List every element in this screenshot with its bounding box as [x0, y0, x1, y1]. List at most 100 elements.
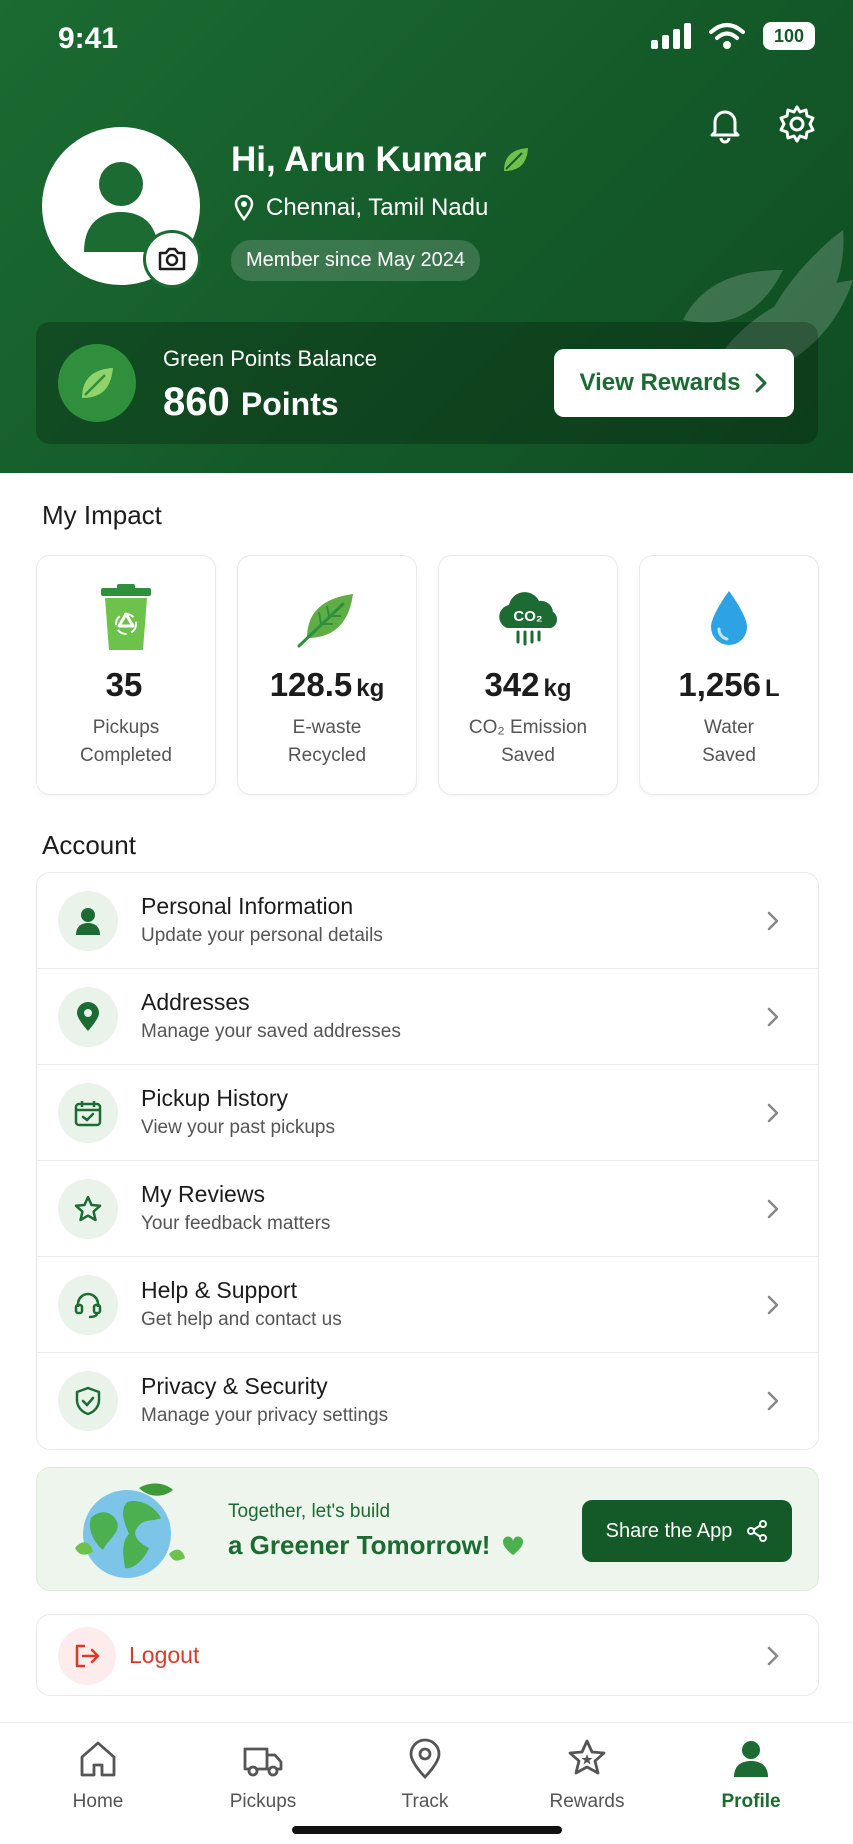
status-icons: 100	[651, 22, 815, 50]
home-icon	[80, 1741, 116, 1777]
impact-value: 342	[484, 666, 540, 703]
location-pin-icon	[409, 1738, 441, 1779]
star-icon	[74, 1195, 102, 1222]
chevron-right-icon	[767, 1103, 779, 1123]
user-location: Chennai, Tamil Nadu	[234, 194, 488, 222]
impact-label-line1: Pickups	[92, 717, 160, 738]
leaf-icon	[297, 594, 353, 648]
points-value: 860 Points	[163, 380, 339, 425]
calendar-check-icon	[74, 1101, 102, 1127]
menu-item-subtitle: Update your personal details	[141, 925, 383, 946]
chevron-right-icon	[767, 1295, 779, 1315]
menu-item-pickup-history[interactable]: Pickup History View your past pickups	[37, 1065, 818, 1161]
person-icon	[734, 1741, 768, 1777]
gear-icon[interactable]	[777, 104, 817, 144]
recycle-bin-icon	[101, 584, 151, 650]
banner-title-text: a Greener Tomorrow!	[228, 1530, 491, 1560]
co2-cloud-icon: CO₂	[499, 592, 558, 646]
change-photo-button[interactable]	[143, 230, 201, 288]
wifi-icon	[709, 23, 745, 49]
menu-item-subtitle: Manage your saved addresses	[141, 1021, 401, 1042]
account-section-title: Account	[42, 830, 136, 860]
share-icon	[747, 1520, 768, 1542]
points-label: Green Points Balance	[163, 346, 378, 371]
menu-item-help-support[interactable]: Help & Support Get help and contact us	[37, 1257, 818, 1353]
water-drop-icon	[711, 591, 747, 645]
nav-label: Rewards	[549, 1791, 625, 1812]
points-unit: Points	[240, 386, 339, 422]
banner-subtitle: Together, let's build	[228, 1501, 391, 1522]
status-time: 9:41	[58, 22, 119, 55]
nav-pickups[interactable]: Pickups	[203, 1737, 323, 1813]
impact-card-pickups: 35 Pickups Completed	[36, 555, 216, 795]
chevron-right-icon	[767, 911, 779, 931]
account-menu: Personal Information Update your persona…	[36, 872, 819, 1450]
signal-icon	[651, 23, 691, 49]
logout-icon	[75, 1644, 100, 1668]
nav-label: Track	[401, 1791, 449, 1812]
status-bar: 9:41 100	[0, 0, 853, 80]
impact-value: 128.5	[269, 666, 353, 703]
headset-icon	[74, 1292, 102, 1319]
menu-item-subtitle: View your past pickups	[141, 1117, 335, 1138]
nav-label: Home	[72, 1791, 124, 1812]
impact-value: 35	[105, 666, 143, 703]
chevron-right-icon	[767, 1007, 779, 1027]
person-icon	[76, 908, 100, 935]
menu-item-addresses[interactable]: Addresses Manage your saved addresses	[37, 969, 818, 1065]
menu-item-subtitle: Your feedback matters	[141, 1213, 331, 1234]
menu-item-title: Privacy & Security	[141, 1373, 328, 1399]
chevron-right-icon	[767, 1199, 779, 1219]
chevron-right-icon	[767, 1391, 779, 1411]
svg-text:CO₂: CO₂	[513, 608, 542, 625]
impact-card-water: 1,256 L Water Saved	[639, 555, 819, 795]
chevron-right-icon	[755, 373, 767, 393]
view-rewards-button[interactable]: View Rewards	[554, 349, 794, 417]
camera-icon	[158, 247, 186, 271]
menu-item-title: Personal Information	[141, 893, 354, 919]
star-badge-icon	[568, 1739, 606, 1775]
shield-check-icon	[75, 1386, 101, 1416]
impact-label-line1: E-waste	[292, 717, 362, 738]
menu-item-subtitle: Manage your privacy settings	[141, 1405, 389, 1426]
share-app-label: Share the App	[605, 1519, 733, 1542]
location-pin-icon	[77, 1002, 99, 1031]
nav-label: Profile	[721, 1791, 781, 1812]
menu-item-privacy-security[interactable]: Privacy & Security Manage your privacy s…	[37, 1353, 818, 1449]
share-app-button[interactable]: Share the App	[582, 1500, 792, 1562]
impact-label-line1: CO₂ Emission	[468, 717, 588, 738]
nav-label: Pickups	[229, 1791, 297, 1812]
menu-item-title: Help & Support	[141, 1277, 297, 1303]
impact-value: 1,256	[678, 666, 761, 703]
impact-unit: kg	[543, 675, 572, 702]
banner-title: a Greener Tomorrow!	[228, 1530, 524, 1561]
menu-item-title: My Reviews	[141, 1181, 265, 1207]
leaf-icon	[504, 148, 529, 171]
impact-label-line2: Saved	[702, 745, 756, 766]
logout-label: Logout	[129, 1642, 200, 1668]
leaf-icon	[82, 368, 113, 398]
logout-button[interactable]: Logout	[36, 1614, 819, 1696]
impact-unit: L	[764, 675, 780, 702]
location-text: Chennai, Tamil Nadu	[266, 194, 489, 221]
bell-icon[interactable]	[705, 104, 745, 144]
heart-icon	[503, 1535, 524, 1555]
menu-item-title: Addresses	[141, 989, 250, 1015]
impact-label-line1: Water	[704, 717, 754, 738]
menu-item-my-reviews[interactable]: My Reviews Your feedback matters	[37, 1161, 818, 1257]
nav-track[interactable]: Track	[365, 1737, 485, 1813]
globe-icon	[75, 1483, 185, 1578]
chevron-right-icon	[767, 1646, 779, 1666]
impact-card-co2: CO₂ 342 kg CO₂ Emission Saved	[438, 555, 618, 795]
nav-profile[interactable]: Profile	[691, 1737, 811, 1813]
nav-home[interactable]: Home	[38, 1737, 158, 1813]
view-rewards-label: View Rewards	[579, 369, 741, 396]
share-app-banner: Together, let's build a Greener Tomorrow…	[36, 1467, 819, 1591]
menu-item-title: Pickup History	[141, 1085, 288, 1111]
menu-item-subtitle: Get help and contact us	[141, 1309, 342, 1330]
impact-label-line2: Completed	[80, 745, 172, 766]
impact-cards: 35 Pickups Completed 128.5 kg E-waste Rec…	[36, 555, 820, 795]
header-actions	[705, 104, 817, 144]
menu-item-personal-information[interactable]: Personal Information Update your persona…	[37, 873, 818, 969]
nav-rewards[interactable]: Rewards	[527, 1737, 647, 1813]
